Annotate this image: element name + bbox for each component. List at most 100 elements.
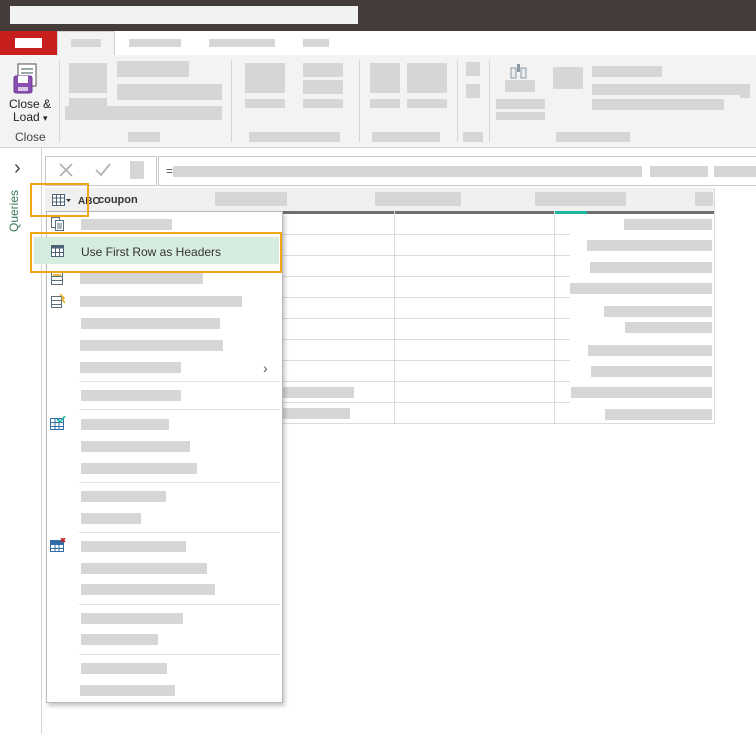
- choose-columns-button[interactable]: [245, 63, 285, 93]
- menu-item[interactable]: [80, 296, 242, 307]
- ribbon-overflow: [740, 84, 750, 98]
- transform-icon: [51, 293, 66, 311]
- menu-item[interactable]: [81, 634, 158, 645]
- column-header-4[interactable]: [535, 192, 626, 206]
- transform-group-label: [556, 132, 630, 142]
- use-first-row-ribbon-button[interactable]: [592, 84, 750, 95]
- tab-view[interactable]: [303, 39, 329, 47]
- formula-text-2: [650, 166, 708, 177]
- grid-row-line: [282, 234, 570, 235]
- manage-columns-group-label: [249, 132, 340, 142]
- table-cell[interactable]: [587, 240, 712, 251]
- table-cell[interactable]: [282, 408, 350, 419]
- advanced-editor-button[interactable]: [117, 84, 222, 100]
- remove-rows-button[interactable]: [407, 63, 447, 93]
- menu-item[interactable]: [80, 340, 223, 351]
- menu-item[interactable]: [81, 584, 215, 595]
- sort-group-label: [463, 132, 483, 142]
- split-column-icon: [509, 64, 529, 80]
- remove-rows-icon: [51, 272, 65, 289]
- queries-pane-label[interactable]: Queries: [7, 190, 21, 232]
- menu-item[interactable]: [80, 685, 175, 696]
- table-cell[interactable]: [625, 322, 712, 333]
- remove-columns-label: [303, 99, 343, 108]
- grid-divider: [714, 188, 715, 424]
- table-cell[interactable]: [624, 219, 712, 230]
- table-cell[interactable]: [591, 366, 712, 377]
- table-cell[interactable]: [604, 306, 712, 317]
- ribbon-separator: [59, 60, 60, 142]
- menu-item[interactable]: [81, 491, 166, 502]
- menu-item[interactable]: [81, 390, 181, 401]
- tab-transform[interactable]: [129, 39, 181, 47]
- use-first-row-highlight: [30, 232, 282, 273]
- menu-item[interactable]: [80, 273, 203, 284]
- menu-item[interactable]: [81, 318, 220, 329]
- replace-values-button[interactable]: [592, 99, 724, 110]
- menu-item[interactable]: [81, 563, 207, 574]
- menu-item[interactable]: [81, 613, 183, 624]
- column-quality-bar: [282, 211, 554, 214]
- ribbon-separator: [489, 60, 490, 142]
- title-placeholder: [10, 6, 358, 24]
- table-cell[interactable]: [571, 387, 712, 398]
- menu-item[interactable]: [81, 513, 141, 524]
- table-cell[interactable]: [570, 283, 712, 294]
- dropdown-arrow-icon: ▾: [43, 113, 48, 123]
- menu-separator: [79, 604, 280, 605]
- column-header-5[interactable]: [695, 192, 713, 206]
- column-header-2[interactable]: [215, 192, 287, 206]
- menu-item[interactable]: [81, 541, 186, 552]
- table-cell[interactable]: [588, 345, 712, 356]
- query-group-label: [128, 132, 160, 142]
- manage-button[interactable]: [65, 106, 222, 120]
- menu-item[interactable]: [81, 441, 190, 452]
- expand-pane-chevron-icon[interactable]: ›: [14, 157, 21, 180]
- menu-separator: [79, 482, 280, 483]
- grid-row-line: [282, 423, 715, 424]
- data-type-dropdown[interactable]: [592, 66, 662, 77]
- grid-row-line: [282, 318, 570, 319]
- reduce-rows-group-label: [372, 132, 440, 142]
- cancel-icon[interactable]: [57, 161, 75, 182]
- sort-ascending-button[interactable]: [466, 62, 480, 76]
- close-load-label-2[interactable]: Load ▾: [13, 110, 48, 124]
- group-by-button[interactable]: [553, 67, 583, 89]
- grid-row-line: [282, 276, 570, 277]
- grid-row-line: [282, 381, 570, 382]
- refresh-preview-button[interactable]: [69, 63, 107, 93]
- table-cell[interactable]: [590, 262, 712, 273]
- keep-rows-button[interactable]: [370, 63, 400, 93]
- menu-item[interactable]: [81, 463, 197, 474]
- file-tab-label-placeholder: [15, 38, 42, 48]
- menu-separator: [79, 532, 280, 533]
- tab-home-label: [71, 39, 101, 47]
- sort-descending-button[interactable]: [466, 84, 480, 98]
- confirm-icon[interactable]: [94, 161, 112, 182]
- table-cell[interactable]: [282, 387, 354, 398]
- menu-item-submenu[interactable]: [80, 362, 181, 373]
- table-cell[interactable]: [605, 409, 712, 420]
- menu-separator: [79, 381, 280, 382]
- close-load-button[interactable]: [10, 62, 44, 96]
- properties-button[interactable]: [117, 61, 189, 77]
- close-load-label-line2: Load: [13, 110, 40, 124]
- menu-separator: [79, 654, 280, 655]
- close-load-label[interactable]: Close &: [9, 97, 51, 111]
- table-menu-highlight: [30, 183, 89, 217]
- remove-columns-button[interactable]: [303, 63, 343, 77]
- column-name-coupon[interactable]: coupon: [98, 194, 138, 206]
- ribbon-separator: [231, 60, 232, 142]
- grid-row-line: [282, 360, 570, 361]
- remove-columns-button-2[interactable]: [303, 80, 343, 94]
- split-column-button[interactable]: [505, 80, 535, 92]
- ribbon-separator: [457, 60, 458, 142]
- fx-button[interactable]: [130, 161, 144, 179]
- menu-separator: [79, 409, 280, 410]
- remove-rows-x-icon: [50, 537, 66, 555]
- column-header-3[interactable]: [375, 192, 461, 206]
- tab-add-column[interactable]: [209, 39, 275, 47]
- menu-item-copy[interactable]: [81, 219, 172, 230]
- menu-item[interactable]: [81, 419, 169, 430]
- menu-item[interactable]: [81, 663, 167, 674]
